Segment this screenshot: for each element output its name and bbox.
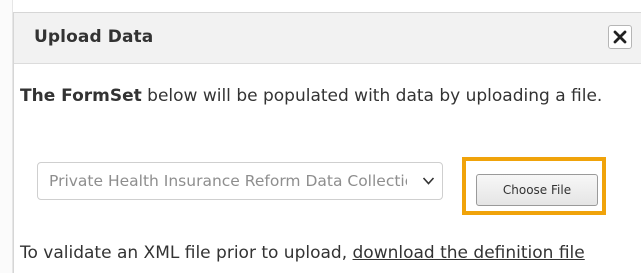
form-select[interactable]: Private Health Insurance Reform Data Col… bbox=[37, 162, 443, 200]
choose-file-button[interactable]: Choose File bbox=[476, 174, 598, 206]
intro-paragraph: The FormSet below will be populated with… bbox=[20, 83, 610, 109]
formset-label: The FormSet bbox=[20, 86, 142, 106]
validate-paragraph: To validate an XML file prior to upload,… bbox=[20, 240, 630, 266]
background-panel-edge bbox=[0, 0, 13, 273]
page: Upload Data The FormSet below will be po… bbox=[0, 0, 641, 273]
upload-data-dialog: Upload Data bbox=[13, 12, 641, 273]
dialog-title: Upload Data bbox=[34, 27, 154, 47]
form-select-value: Private Health Insurance Reform Data Col… bbox=[49, 172, 407, 190]
intro-text: below will be populated with data by upl… bbox=[141, 86, 603, 106]
close-icon bbox=[613, 30, 627, 44]
chevron-down-icon bbox=[422, 177, 435, 185]
close-button[interactable] bbox=[608, 25, 632, 49]
download-definition-link[interactable]: download the definition file bbox=[353, 243, 585, 263]
dialog-header: Upload Data bbox=[14, 13, 641, 64]
validate-text: To validate an XML file prior to upload, bbox=[20, 243, 353, 263]
